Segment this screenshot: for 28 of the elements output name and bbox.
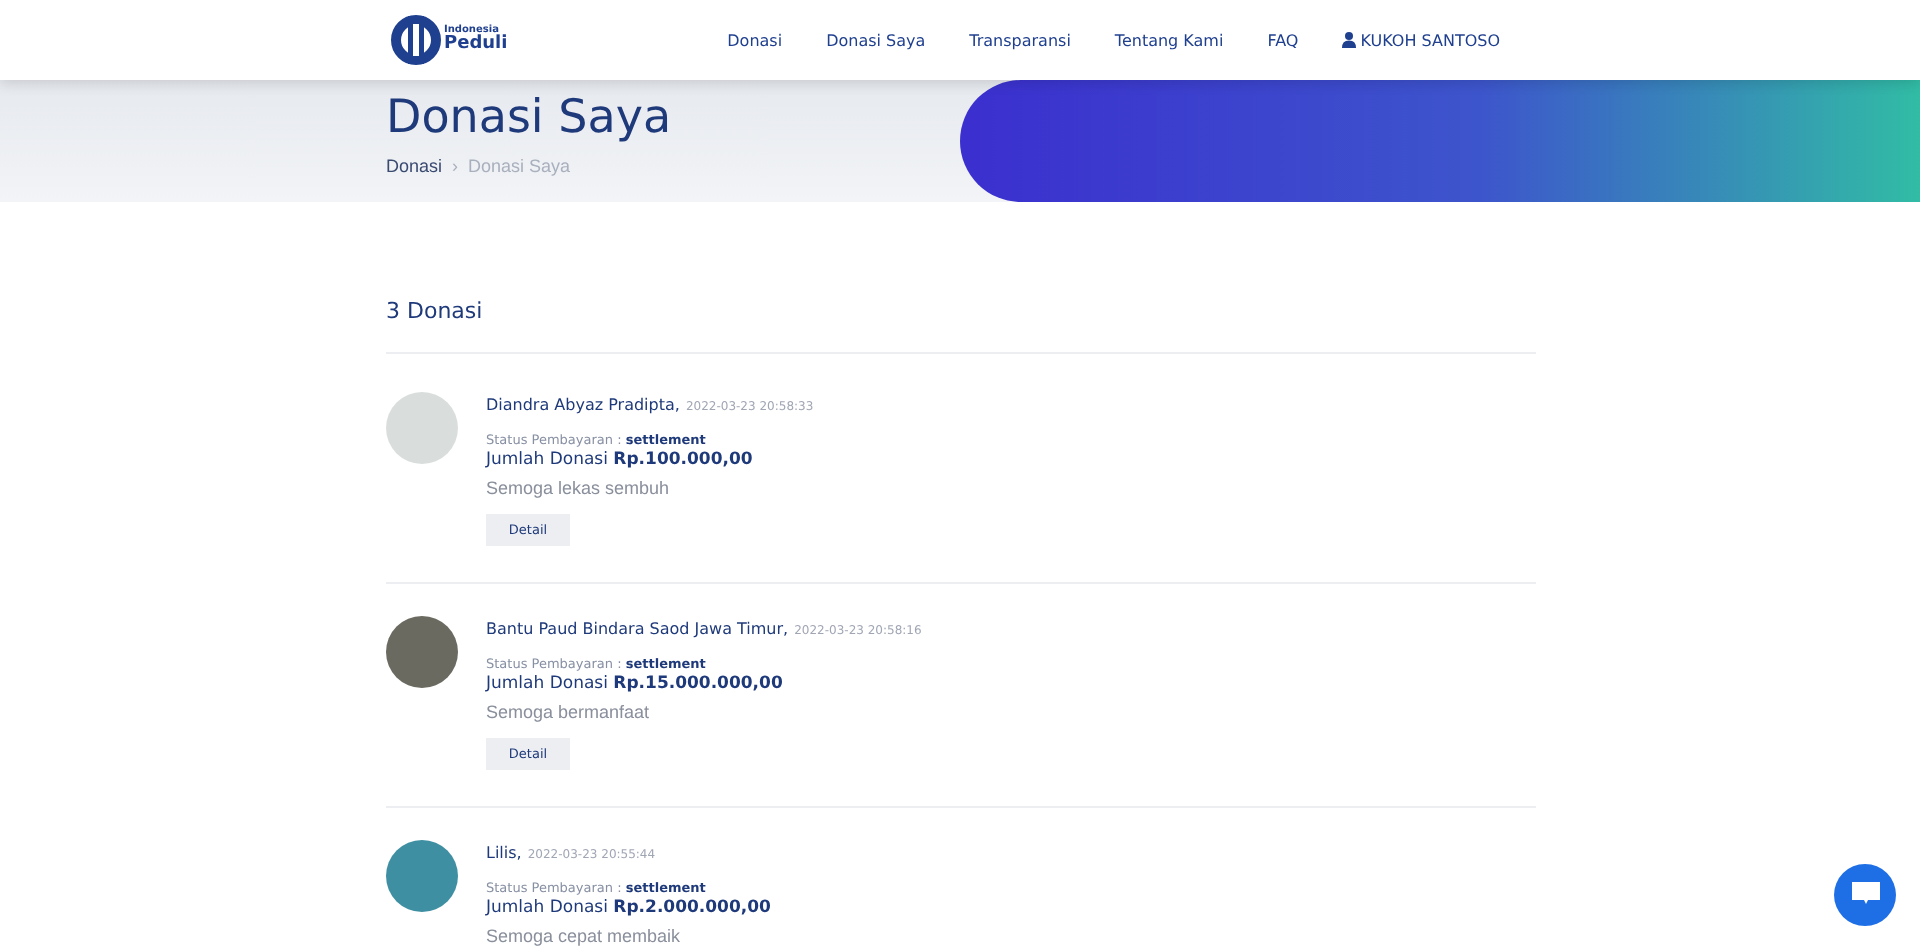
logo-icon — [390, 14, 442, 66]
donation-amount: Jumlah Donasi Rp.15.000.000,00 — [486, 674, 783, 694]
donation-message: Semoga cepat membaik — [486, 926, 681, 946]
breadcrumb-current: Donasi Saya — [468, 155, 571, 176]
nav-link[interactable]: Tentang Kami — [1114, 31, 1224, 49]
nav-link[interactable]: Transparansi — [969, 31, 1071, 49]
nav-link[interactable]: Donasi Saya — [826, 31, 926, 49]
donation-amount: Jumlah Donasi Rp.2.000.000,00 — [486, 898, 771, 918]
nav-link[interactable]: Donasi — [727, 31, 783, 49]
breadcrumb-separator: › — [452, 155, 459, 176]
photo-placeholder — [386, 392, 458, 464]
chat-button[interactable] — [1834, 864, 1896, 926]
donation-message: Semoga lekas sembuh — [486, 478, 670, 498]
user-menu-link[interactable]: KUKOH SANTOSO — [1342, 31, 1500, 49]
donation-amount: Jumlah Donasi Rp.100.000,00 — [486, 450, 753, 470]
campaign-name[interactable]: Bantu Paud Bindara Saod Jawa Timur, — [486, 620, 789, 638]
user-icon — [1342, 32, 1357, 48]
chat-icon — [1851, 882, 1879, 908]
donation-count: 3 Donasi — [386, 298, 1536, 354]
campaign-name[interactable]: Lilis, — [486, 844, 522, 862]
campaign-name[interactable]: Diandra Abyaz Pradipta, — [486, 396, 680, 414]
breadcrumb-link[interactable]: Donasi — [386, 155, 443, 176]
page-title: Donasi Saya — [386, 92, 674, 148]
nav-link[interactable]: FAQ — [1267, 31, 1299, 49]
donation-message: Semoga bermanfaat — [486, 702, 650, 722]
photo-placeholder — [386, 840, 458, 912]
logo-wordmark: Peduli — [444, 36, 508, 54]
photo-placeholder — [386, 616, 458, 688]
